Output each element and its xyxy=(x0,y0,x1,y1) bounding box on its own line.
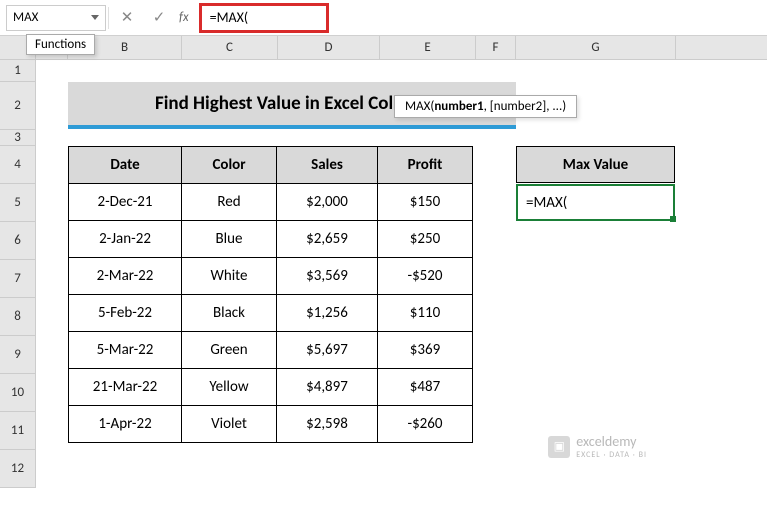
hint-bold: number1 xyxy=(434,99,483,114)
row-header[interactable]: 6 xyxy=(0,222,36,260)
watermark: ▣ exceldemy EXCEL · DATA · BI xyxy=(548,433,647,460)
hint-prefix: MAX( xyxy=(405,99,434,114)
table-row: 2-Jan-22Blue$2,659$250 xyxy=(69,221,473,258)
col-header-g[interactable]: G xyxy=(516,36,676,59)
row-header[interactable]: 2 xyxy=(0,82,36,130)
header-color[interactable]: Color xyxy=(182,147,277,184)
col-header-d[interactable]: D xyxy=(278,36,380,59)
table-header-row: Date Color Sales Profit xyxy=(69,147,473,184)
row-header[interactable]: 10 xyxy=(0,374,36,412)
row-header[interactable]: 11 xyxy=(0,412,36,450)
row-header[interactable]: 9 xyxy=(0,336,36,374)
formula-text: =MAX( xyxy=(210,9,249,26)
column-headers-row: A B C D E F G xyxy=(0,36,767,60)
cancel-icon[interactable]: ✕ xyxy=(111,5,143,31)
row-header[interactable]: 8 xyxy=(0,298,36,336)
table-row: 5-Mar-22Green$5,697$369 xyxy=(69,332,473,369)
active-cell-g5[interactable]: =MAX( xyxy=(516,184,675,221)
hint-suffix: , [number2], ...) xyxy=(484,99,567,114)
formula-bar: MAX ✕ ✓ fx =MAX( xyxy=(0,0,767,36)
row-header[interactable]: 12 xyxy=(0,450,36,488)
table-row: 1-Apr-22Violet$2,598-$260 xyxy=(69,406,473,443)
functions-tooltip: Functions xyxy=(26,34,95,55)
chevron-down-icon[interactable] xyxy=(91,15,99,20)
active-cell-text: =MAX( xyxy=(526,194,567,212)
spreadsheet-grid: A B C D E F G 1 2 3 4 5 6 7 8 9 10 11 12… xyxy=(0,36,767,488)
name-box-value: MAX xyxy=(13,10,38,25)
fx-icon[interactable]: fx xyxy=(179,10,189,25)
enter-icon[interactable]: ✓ xyxy=(143,5,175,31)
table-row: 21-Mar-22Yellow$4,897$487 xyxy=(69,369,473,406)
watermark-text: exceldemy xyxy=(576,433,636,450)
header-profit[interactable]: Profit xyxy=(378,147,473,184)
header-date[interactable]: Date xyxy=(69,147,182,184)
table-row: 5-Feb-22Black$1,256$110 xyxy=(69,295,473,332)
max-value-header[interactable]: Max Value xyxy=(516,146,675,183)
col-header-c[interactable]: C xyxy=(182,36,278,59)
row-header[interactable]: 4 xyxy=(0,146,36,184)
row-header[interactable]: 3 xyxy=(0,130,36,146)
col-header-f[interactable]: F xyxy=(476,36,516,59)
formula-input[interactable]: =MAX( xyxy=(199,3,329,33)
col-header-e[interactable]: E xyxy=(380,36,476,59)
row-header[interactable]: 1 xyxy=(0,60,36,82)
table-row: 2-Mar-22White$3,569-$520 xyxy=(69,258,473,295)
fill-handle[interactable] xyxy=(670,216,676,222)
function-hint-tooltip[interactable]: MAX(number1, [number2], ...) xyxy=(394,95,577,118)
cells-area[interactable]: MAX(number1, [number2], ...) Find Highes… xyxy=(36,60,767,488)
data-table: Date Color Sales Profit 2-Dec-21Red$2,00… xyxy=(68,146,473,443)
name-box[interactable]: MAX xyxy=(6,5,106,31)
header-sales[interactable]: Sales xyxy=(277,147,378,184)
watermark-sub: EXCEL · DATA · BI xyxy=(576,450,647,460)
row-header[interactable]: 5 xyxy=(0,184,36,222)
table-row: 2-Dec-21Red$2,000$150 xyxy=(69,184,473,221)
row-headers: 1 2 3 4 5 6 7 8 9 10 11 12 xyxy=(0,60,36,488)
row-header[interactable]: 7 xyxy=(0,260,36,298)
separator xyxy=(108,7,109,29)
watermark-logo-icon: ▣ xyxy=(548,436,570,458)
